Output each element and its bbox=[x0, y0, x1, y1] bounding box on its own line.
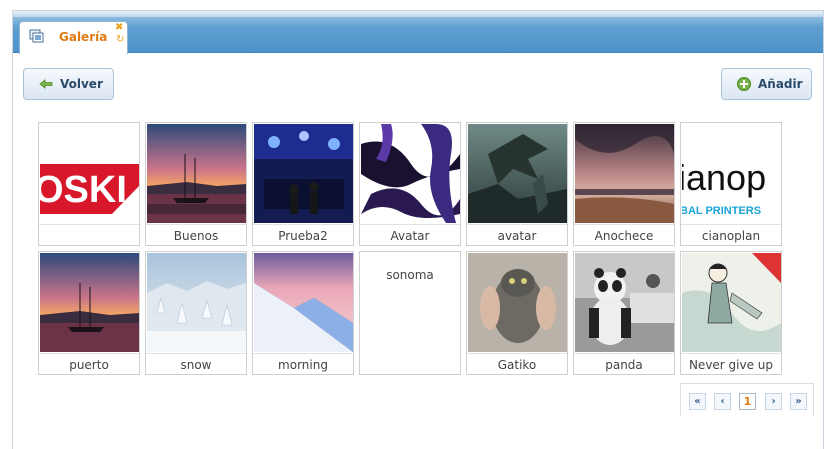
close-icon[interactable]: ✖ bbox=[115, 23, 123, 33]
gallery-item[interactable]: Never give up bbox=[680, 251, 782, 375]
thumbnail-image bbox=[575, 124, 674, 223]
gallery-item[interactable]: sonoma bbox=[359, 251, 461, 375]
gallery-item[interactable]: Avatar bbox=[359, 122, 461, 246]
gallery-item[interactable]: panda bbox=[573, 251, 675, 375]
gallery-item[interactable]: ianop BAL PRINTERS cianoplan bbox=[680, 122, 782, 246]
arrow-left-icon bbox=[38, 76, 54, 92]
gallery-item[interactable]: Anochece bbox=[573, 122, 675, 246]
add-button[interactable]: Añadir bbox=[721, 68, 812, 100]
thumbnail-caption: puerto bbox=[39, 353, 139, 375]
current-page[interactable]: 1 bbox=[739, 393, 756, 410]
thumbnail-caption: Buenos bbox=[146, 224, 246, 246]
plus-icon bbox=[736, 76, 752, 92]
logo-text: ianop bbox=[682, 157, 766, 198]
thumbnail-image bbox=[682, 253, 781, 352]
add-button-label: Añadir bbox=[758, 77, 803, 91]
thumbnail-image bbox=[575, 253, 674, 352]
prev-page-button[interactable]: ‹ bbox=[714, 393, 731, 410]
thumbnail-caption: Anochece bbox=[574, 224, 674, 246]
thumbnail-caption: avatar bbox=[467, 224, 567, 246]
thumbnail-caption: cianoplan bbox=[681, 224, 781, 246]
thumbnail-caption: Avatar bbox=[360, 224, 460, 246]
thumbnail-caption: morning bbox=[253, 353, 353, 375]
thumbnail-image bbox=[361, 124, 460, 223]
gallery-panel: Galería ✖ ↻ Volver Añadir OSKI Buenos Pr… bbox=[12, 10, 824, 449]
gallery-item[interactable]: OSKI bbox=[38, 122, 140, 246]
gallery-item[interactable]: Gatiko bbox=[466, 251, 568, 375]
thumbnail-image bbox=[254, 253, 353, 352]
thumbnail-caption: Never give up bbox=[681, 353, 781, 375]
thumbnail-caption: sonoma bbox=[386, 268, 434, 282]
thumbnail-caption: Prueba2 bbox=[253, 224, 353, 246]
thumbnail-caption: snow bbox=[146, 353, 246, 375]
thumbnail-image: ianop BAL PRINTERS bbox=[682, 124, 781, 223]
tab-label: Galería bbox=[59, 30, 108, 44]
gallery-item[interactable]: snow bbox=[145, 251, 247, 375]
thumbnail-image bbox=[254, 124, 353, 223]
gallery-item[interactable]: Buenos bbox=[145, 122, 247, 246]
thumbnail-caption bbox=[39, 224, 139, 246]
last-page-button[interactable]: » bbox=[790, 393, 807, 410]
gallery-item[interactable]: puerto bbox=[38, 251, 140, 375]
back-button-label: Volver bbox=[60, 77, 103, 91]
thumbnail-image: OSKI bbox=[40, 124, 139, 223]
thumbnail-image bbox=[147, 124, 246, 223]
first-page-button[interactable]: « bbox=[689, 393, 706, 410]
next-page-button[interactable]: › bbox=[765, 393, 782, 410]
thumbnail-image bbox=[40, 253, 139, 352]
thumbnail-image bbox=[147, 253, 246, 352]
logo-text: OSKI bbox=[40, 169, 127, 211]
thumbnail-image bbox=[468, 253, 567, 352]
back-button[interactable]: Volver bbox=[23, 68, 114, 100]
thumbnail-caption: Gatiko bbox=[467, 353, 567, 375]
thumbnail-image bbox=[468, 124, 567, 223]
logo-subtext: BAL PRINTERS bbox=[682, 205, 761, 217]
pagination: « ‹ 1 › » bbox=[680, 383, 814, 416]
gallery-item[interactable]: morning bbox=[252, 251, 354, 375]
tab-galeria[interactable]: Galería ✖ ↻ bbox=[19, 21, 128, 54]
refresh-icon[interactable]: ↻ bbox=[116, 35, 124, 45]
tab-bar: Galería ✖ ↻ bbox=[13, 11, 823, 54]
thumbnail-caption: panda bbox=[574, 353, 674, 375]
gallery-item[interactable]: Prueba2 bbox=[252, 122, 354, 246]
gallery-item[interactable]: avatar bbox=[466, 122, 568, 246]
gallery-icon bbox=[29, 29, 45, 45]
